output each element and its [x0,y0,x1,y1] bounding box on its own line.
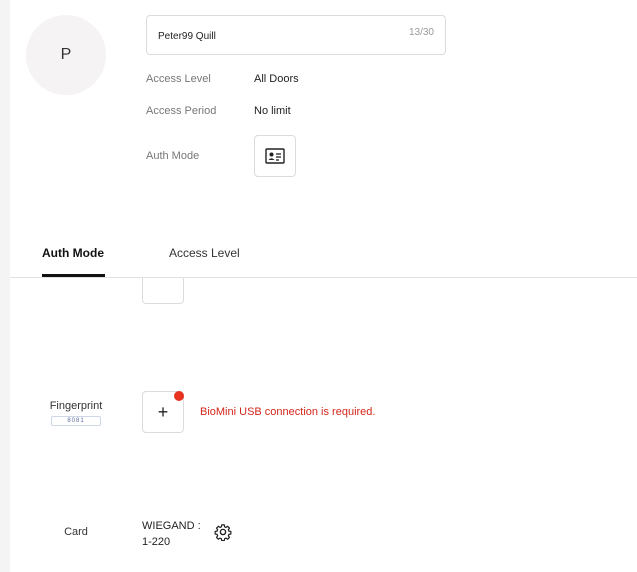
access-period-value: No limit [254,105,291,117]
card-label: Card [64,526,88,538]
avatar-initial: P [60,46,72,63]
auth-option-button[interactable] [142,278,184,304]
avatar: P [26,15,106,95]
name-value: Peter99 Quill [158,31,216,42]
id-card-icon [265,148,285,164]
plus-icon: + [157,401,169,422]
gear-icon[interactable] [214,523,232,541]
name-field[interactable]: Peter99 Quill 13/30 [146,15,446,55]
wiegand-range: 1-220 [142,536,171,548]
tab-access-level[interactable]: Access Level [169,246,240,278]
tab-bar: Auth Mode Access Level [10,240,637,278]
active-tab-indicator [42,274,105,277]
user-detail-panel: P Peter99 Quill 13/30 Access Level All D… [10,0,637,572]
wiegand-info: WIEGAND : 1-220 [142,518,201,550]
alert-dot [174,391,184,401]
auth-mode-button[interactable] [254,135,296,177]
access-period-label: Access Period [146,105,217,117]
auth-mode-label: Auth Mode [146,150,200,162]
fingerprint-label: Fingerprint [49,400,103,412]
fingerprint-warning: BioMini USB connection is required. [200,406,376,418]
fingerprint-device-chip: 8081 [51,416,101,426]
wiegand-format: WIEGAND : [142,520,201,532]
name-char-count: 13/30 [408,27,434,38]
access-level-value: All Doors [254,73,299,85]
access-level-label: Access Level [146,73,211,85]
